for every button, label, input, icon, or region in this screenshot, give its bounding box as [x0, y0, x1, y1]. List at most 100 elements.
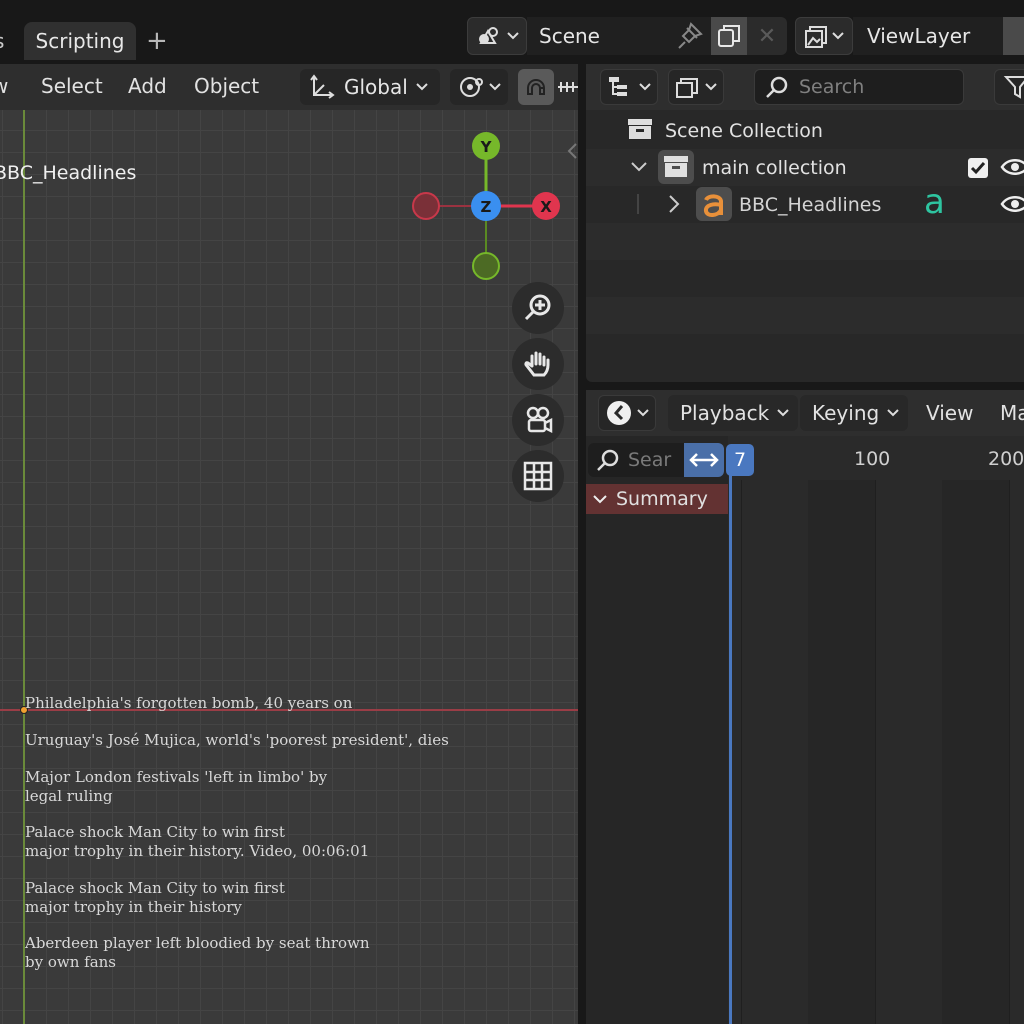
- gizmo-neg-y[interactable]: [472, 252, 500, 280]
- collection-icon-badge: [658, 150, 694, 184]
- scene-icon: [479, 27, 498, 44]
- scene-browse-button[interactable]: [467, 17, 527, 55]
- viewport-object-name: BBC_Headlines: [0, 162, 137, 184]
- collection-box-icon: [628, 119, 652, 139]
- channel-search-input[interactable]: Sear: [588, 443, 684, 477]
- chevron-down-icon: [507, 32, 519, 40]
- gizmo-y-label: Y: [480, 138, 493, 156]
- chevron-down-icon: [887, 409, 899, 417]
- pan-button[interactable]: [512, 338, 564, 390]
- tree-line: [637, 194, 639, 214]
- delete-scene-button[interactable]: ✕: [747, 17, 787, 55]
- top-bar: s Scripting + Scene ✕ ViewLayer: [0, 0, 1024, 64]
- chevron-down-icon: [639, 83, 651, 91]
- outliner-header: Search: [586, 64, 1024, 110]
- playhead-line[interactable]: [729, 446, 732, 1024]
- outliner-row-main-collection[interactable]: main collection: [586, 149, 1024, 186]
- new-scene-button[interactable]: [711, 17, 747, 55]
- zoom-button[interactable]: [512, 282, 564, 334]
- grid-icon: [523, 461, 553, 491]
- timeline-grid-line: [741, 480, 742, 1024]
- keying-menu[interactable]: Keying: [800, 395, 908, 431]
- view-layer-browse-button[interactable]: [795, 17, 853, 55]
- outliner-row-bbc-headlines[interactable]: BBC_Headlines a: [586, 182, 1024, 223]
- eye-icon[interactable]: [1000, 192, 1024, 216]
- marker-menu[interactable]: Ma: [1000, 395, 1024, 431]
- add-menu[interactable]: Add: [128, 74, 167, 98]
- timeline-view-menu[interactable]: View: [926, 395, 973, 431]
- outliner-search-input[interactable]: Search: [754, 69, 964, 105]
- timeline-header: Playback Keying View Ma: [586, 390, 1024, 436]
- outliner-row-scene-collection[interactable]: Scene Collection: [586, 112, 1024, 149]
- outliner-empty-row: [586, 297, 1024, 334]
- object-name[interactable]: BBC_Headlines: [739, 194, 881, 216]
- headline-text: Philadelphia's forgotten bomb, 40 years …: [25, 694, 353, 712]
- view-menu[interactable]: w: [0, 74, 8, 98]
- add-workspace-button[interactable]: +: [146, 22, 168, 60]
- camera-icon: [526, 406, 553, 434]
- sync-visible-range-toggle[interactable]: [684, 443, 724, 477]
- editor-type-dropdown[interactable]: [598, 395, 656, 431]
- chevron-down-icon: [593, 495, 607, 504]
- timeline-grid-band: [808, 480, 875, 1024]
- eye-icon[interactable]: [1000, 155, 1024, 179]
- snap-toggle[interactable]: [518, 69, 554, 105]
- hand-icon: [524, 351, 550, 377]
- keying-label: Keying: [812, 401, 880, 425]
- outliner-tree-icon: [609, 77, 627, 96]
- workspace-tab-scripting[interactable]: Scripting: [24, 22, 136, 60]
- new-view-layer-button[interactable]: [1003, 17, 1024, 55]
- navigation-gizmo[interactable]: Y X Z: [404, 126, 574, 286]
- transform-orientation-dropdown[interactable]: Global: [300, 69, 440, 105]
- gizmo-neg-x[interactable]: [412, 192, 440, 220]
- checkmark-icon: [970, 162, 986, 175]
- viewport-header: w Select Add Object Global: [0, 64, 578, 110]
- object-menu[interactable]: Object: [194, 74, 259, 98]
- ortho-toggle-button[interactable]: [512, 450, 564, 502]
- view-layer-dropdown[interactable]: [668, 69, 724, 105]
- exclude-checkbox[interactable]: [968, 158, 988, 178]
- view-layer-name-field[interactable]: ViewLayer: [853, 17, 1003, 55]
- timeline-grid-line: [1009, 480, 1010, 1024]
- summary-channel[interactable]: Summary: [586, 484, 728, 514]
- chevron-down-icon: [416, 83, 428, 91]
- frame-tick-label: 200: [988, 448, 1024, 470]
- display-mode-dropdown[interactable]: [600, 69, 658, 105]
- search-placeholder: Search: [799, 76, 865, 98]
- headline-text: Palace shock Man City to win first major…: [25, 823, 370, 860]
- pin-icon[interactable]: [675, 20, 705, 52]
- chevron-down-icon[interactable]: [630, 161, 648, 173]
- collection-name[interactable]: main collection: [702, 157, 847, 179]
- 3d-viewport[interactable]: w Select Add Object Global BBC_Headlines: [0, 64, 578, 1024]
- snap-increment-icon[interactable]: [556, 76, 578, 98]
- outliner-empty-row: [586, 223, 1024, 260]
- timeline-grid-band: [942, 480, 1009, 1024]
- filter-icon: [1003, 76, 1024, 99]
- chevron-down-icon: [489, 83, 501, 91]
- timeline-grid-line: [875, 480, 876, 1024]
- summary-label: Summary: [616, 488, 708, 510]
- workspace-tab-previous[interactable]: s: [0, 22, 4, 60]
- chevron-down-icon: [777, 409, 789, 417]
- chevron-down-icon: [637, 409, 649, 417]
- font-data-icon[interactable]: a: [924, 182, 945, 222]
- magnet-icon: [527, 79, 546, 95]
- headline-text: Uruguay's José Mujica, world's 'poorest …: [25, 731, 449, 749]
- filter-button[interactable]: [994, 69, 1024, 105]
- outliner-panel: Search Scene Collection main collection …: [586, 64, 1024, 382]
- chevron-down-icon: [832, 32, 844, 40]
- camera-view-button[interactable]: [512, 394, 564, 446]
- orientation-axes-icon: [310, 74, 335, 99]
- current-frame-indicator[interactable]: 7: [726, 444, 754, 476]
- select-menu[interactable]: Select: [41, 74, 103, 98]
- frame-tick-label: 100: [854, 448, 891, 470]
- channel-region: [586, 436, 728, 1024]
- chevron-down-icon: [705, 83, 717, 91]
- playback-menu[interactable]: Playback: [668, 395, 798, 431]
- pivot-point-dropdown[interactable]: [450, 69, 508, 105]
- view-layer-icon: [805, 26, 827, 48]
- gizmo-x-label: X: [540, 198, 552, 216]
- timeline-panel: Playback Keying View Ma Sear Summary 100…: [586, 390, 1024, 1024]
- chevron-right-icon[interactable]: [668, 194, 680, 214]
- pivot-icon: [460, 77, 483, 97]
